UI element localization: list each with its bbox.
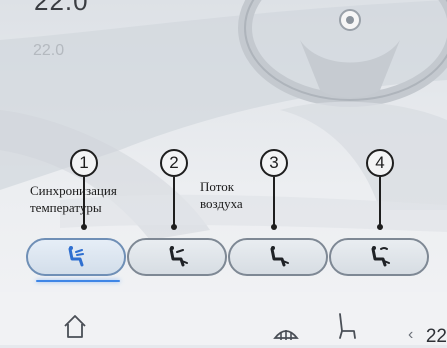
airflow-annotation-line1: Поток (200, 179, 235, 194)
temperature-value: 22.0 (33, 42, 65, 59)
callout-leader-2 (171, 177, 177, 230)
sync-annotation-line2: температуры (30, 200, 102, 215)
sync-annotation-line1: Синхронизация (30, 183, 117, 198)
seat-icon[interactable] (335, 311, 359, 341)
airflow-mode-defrost-feet-button[interactable] (329, 238, 429, 276)
airflow-mode-face-button[interactable] (26, 238, 126, 282)
rear-defrost-icon[interactable] (272, 320, 300, 344)
seat-airflow-face-icon (68, 246, 84, 267)
callout-3: 3 (260, 149, 288, 177)
callout-leader-4 (377, 177, 383, 230)
home-icon[interactable] (62, 313, 88, 339)
airflow-mode-face-feet-button[interactable] (127, 238, 227, 276)
seat-airflow-feet-icon (270, 246, 289, 267)
callout-4: 4 (366, 149, 394, 177)
active-mode-indicator (36, 280, 120, 282)
callout-2: 2 (160, 149, 188, 177)
temperature-decrease-chevron[interactable]: ‹ (408, 326, 413, 344)
sync-annotation: Синхронизация температуры (30, 182, 117, 216)
airflow-mode-selector (26, 238, 431, 282)
airflow-annotation: Поток воздуха (200, 178, 243, 212)
seat-airflow-face-feet-icon (169, 246, 188, 267)
airflow-mode-feet-button[interactable] (228, 238, 328, 276)
callout-1: 1 (70, 149, 98, 177)
callout-leader-3 (271, 177, 277, 230)
seat-airflow-defrost-feet-icon (371, 246, 390, 267)
temperature-top: 22.0 (34, 0, 89, 16)
airflow-annotation-line2: воздуха (200, 196, 243, 211)
